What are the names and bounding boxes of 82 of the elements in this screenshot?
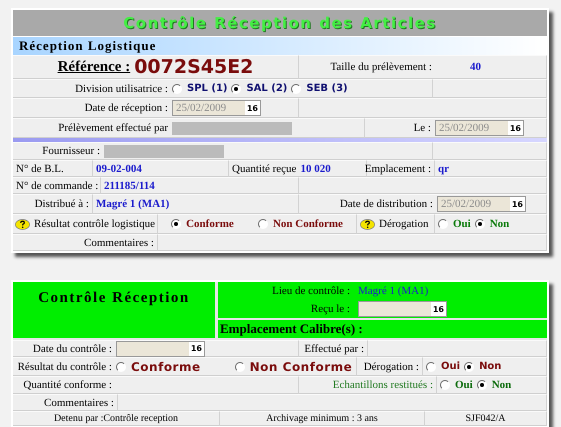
footer-text: Archivage minimum : 3 ans [266, 413, 378, 424]
radio-button[interactable] [464, 362, 474, 372]
reference-value: 0072S45E2 [134, 56, 254, 78]
date-value: 25/02/2009 [441, 198, 492, 210]
help-icon[interactable] [15, 218, 30, 230]
radio-option[interactable]: Oui [426, 361, 460, 372]
date-field[interactable]: 25/02/2009 16 [435, 120, 524, 136]
radio-option[interactable]: Conforme [171, 218, 234, 230]
field-label: Reçu le : [310, 303, 350, 315]
field-label: Résultat contrôle logistique [34, 218, 155, 230]
radio-button[interactable] [234, 362, 245, 372]
comment-field[interactable] [158, 234, 547, 251]
calendar-button[interactable]: 16 [508, 121, 523, 135]
field-value: Magré 1 (MA1) [358, 285, 430, 297]
field-value: 211185/114 [104, 180, 155, 192]
radio-button[interactable] [426, 362, 436, 372]
help-icon[interactable] [360, 218, 375, 230]
radio-button[interactable] [171, 219, 182, 229]
field-label: Le : [412, 122, 431, 134]
calendar-button[interactable]: 16 [244, 101, 260, 115]
radio-option[interactable]: Non Conforme [258, 218, 343, 230]
radio-button[interactable] [474, 219, 485, 229]
field-label: Résultat du contrôle : [16, 360, 112, 372]
field-label: Echantillons restitués : [332, 379, 433, 391]
calendar-button[interactable]: 16 [510, 197, 525, 211]
calendar-button[interactable]: 16 [430, 302, 446, 316]
field-label: Prélèvement effectué par [57, 122, 168, 134]
field-value: 09-02-004 [96, 162, 142, 174]
radio-option[interactable]: Non [464, 361, 502, 372]
field-label: Division utilisatrice : [74, 82, 168, 94]
calendar-button[interactable]: 16 [188, 342, 204, 356]
radio-option[interactable]: Oui [440, 379, 473, 391]
radio-button[interactable] [291, 84, 302, 94]
date-field[interactable]: 25/02/2009 16 [172, 100, 261, 116]
section-header: Réception Logistique [13, 36, 547, 55]
field-label: N° de B.L. [16, 162, 64, 174]
form-title: Contrôle Réception des Articles [123, 14, 437, 32]
field-label: Lieu de contrôle : [271, 285, 350, 297]
field-value: 40 [470, 61, 481, 73]
field-value: qr [438, 162, 449, 174]
date-value: 25/02/2009 [439, 122, 490, 134]
date-field[interactable]: 16 [358, 301, 447, 317]
field-label: Date du contrôle : [32, 342, 112, 354]
footer-text: SJF042/A [465, 413, 506, 424]
field-label: Date de distribution : [338, 198, 433, 210]
date-field[interactable]: 16 [116, 340, 205, 356]
date-value: 25/02/2009 [176, 102, 226, 114]
field-label: Fournisseur : [41, 145, 100, 157]
reference-label: Référence : [58, 58, 130, 76]
panel-title: Contrôle Réception [38, 290, 190, 308]
radio-option[interactable]: Non [476, 379, 512, 391]
radio-option[interactable]: Non [474, 218, 510, 230]
radio-option[interactable]: Non Conforme [234, 360, 352, 374]
footer-text: Detenu par :Contrôle reception [54, 413, 178, 424]
radio-button[interactable] [116, 362, 126, 372]
field-label: Quantité conforme : [22, 379, 112, 391]
radio-option[interactable]: SEB (3) [291, 83, 348, 94]
field-label: Dérogation : [364, 360, 419, 372]
radio-button[interactable] [438, 219, 448, 229]
field-value: Magré 1 (MA1) [96, 198, 170, 210]
date-field[interactable]: 25/02/2009 16 [437, 196, 526, 212]
radio-option[interactable]: Oui [438, 218, 471, 230]
field-label: Dérogation [379, 218, 428, 230]
field-label: Commentaires : [84, 236, 154, 248]
radio-button[interactable] [440, 380, 450, 390]
field-label: Quantité reçue [232, 162, 296, 174]
field-label: Effectué par : [304, 342, 364, 354]
radio-option[interactable]: SPL (1) [172, 83, 228, 94]
field-label: Distribué à : [34, 198, 89, 210]
radio-option[interactable]: Conforme [116, 360, 201, 374]
radio-button[interactable] [231, 84, 242, 94]
radio-option[interactable]: SAL (2) [231, 83, 288, 94]
comment-field[interactable] [118, 394, 547, 411]
radio-button[interactable] [476, 380, 487, 390]
field-label: Date de réception : [84, 102, 168, 114]
field-label: Commentaires : [44, 396, 114, 408]
field-label: N° de commande : [16, 180, 98, 192]
radio-button[interactable] [258, 219, 268, 229]
field-label: Emplacement : [364, 162, 431, 174]
radio-button[interactable] [172, 84, 182, 94]
field-value: 10 020 [300, 162, 331, 174]
field-label: Taille du prélèvement : [329, 61, 432, 73]
